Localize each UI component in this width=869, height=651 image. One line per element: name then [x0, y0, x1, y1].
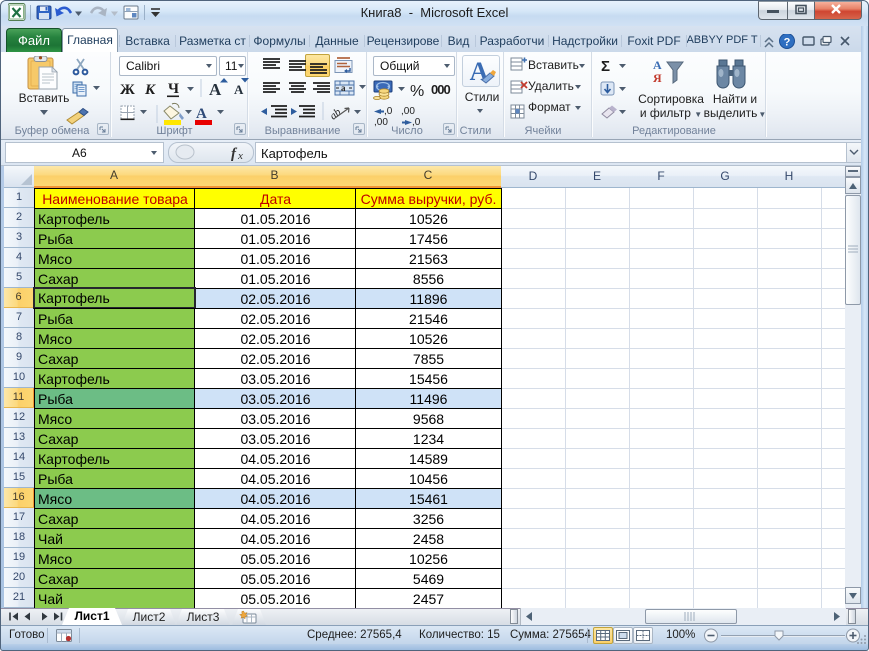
svg-text:Σ: Σ — [601, 58, 610, 75]
svg-text:Вставить: Вставить — [19, 91, 70, 105]
svg-text:x: x — [237, 150, 243, 162]
svg-text:?: ? — [784, 37, 791, 49]
svg-text:А: А — [209, 80, 222, 99]
svg-text:Я: Я — [653, 71, 662, 85]
svg-text:А: А — [234, 82, 244, 97]
svg-text:,00: ,00 — [374, 117, 388, 128]
svg-text:А: А — [196, 106, 207, 122]
svg-text:ab: ab — [327, 106, 344, 123]
svg-text:%: % — [410, 83, 424, 100]
svg-text:,0: ,0 — [412, 117, 421, 128]
svg-text:,0: ,0 — [384, 106, 393, 117]
svg-text:000: 000 — [431, 82, 450, 97]
svg-text:f: f — [231, 146, 238, 162]
svg-text:А: А — [653, 58, 662, 72]
svg-text:Ж: Ж — [120, 82, 135, 98]
svg-text:К: К — [144, 82, 156, 98]
svg-text:a: a — [341, 83, 346, 93]
svg-text:Ч: Ч — [168, 81, 179, 97]
svg-text:,00: ,00 — [401, 106, 415, 117]
